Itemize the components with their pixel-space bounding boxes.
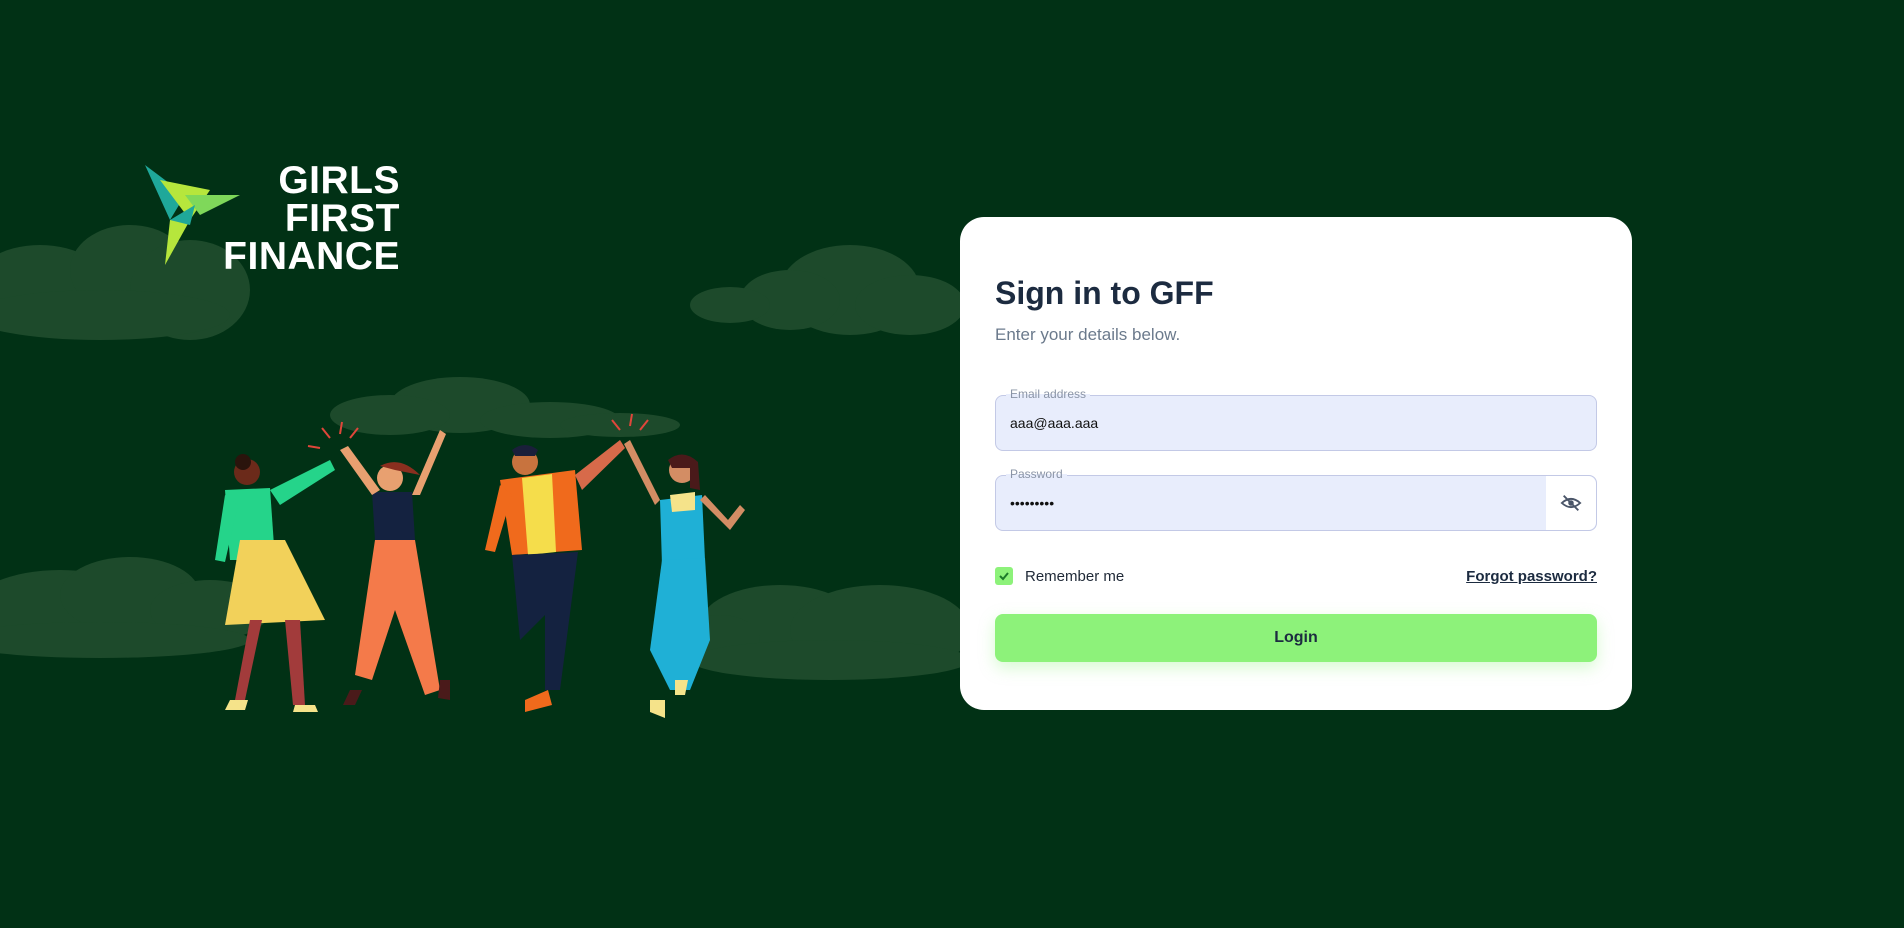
background-clouds — [0, 225, 960, 718]
email-input[interactable] — [996, 396, 1596, 450]
logo-line-1: GIRLS — [278, 159, 400, 202]
brand-logo: GIRLS FIRST FINANCE — [140, 160, 400, 280]
remember-me-control[interactable]: Remember me — [995, 567, 1124, 585]
password-field: Password — [995, 467, 1597, 531]
page-subtitle: Enter your details below. — [995, 325, 1181, 344]
page-title: Sign in to GFF — [995, 275, 1214, 311]
email-field: Email address — [995, 387, 1597, 451]
eye-off-icon — [1560, 495, 1582, 511]
logo-line-2: FIRST — [284, 197, 400, 240]
forgot-password-link[interactable]: Forgot password? — [1466, 568, 1597, 585]
login-page: GIRLS FIRST FINANCE Sign in to GFF Enter… — [0, 0, 1904, 928]
remember-row: Remember me Forgot password? — [995, 567, 1597, 585]
check-icon — [999, 572, 1009, 581]
password-input[interactable] — [996, 476, 1546, 530]
hero-illustration-area: GIRLS FIRST FINANCE — [0, 0, 960, 928]
password-visibility-toggle[interactable] — [1546, 476, 1596, 530]
login-card: Sign in to GFF Enter your details below.… — [960, 217, 1632, 710]
logo-line-3: FINANCE — [223, 235, 400, 278]
remember-me-label: Remember me — [1025, 567, 1125, 585]
people-high-five-illustration — [215, 413, 745, 718]
login-button[interactable]: Login — [995, 614, 1597, 662]
remember-me-checkbox[interactable] — [995, 567, 1013, 585]
brand-logo-text: GIRLS FIRST FINANCE — [223, 159, 400, 278]
